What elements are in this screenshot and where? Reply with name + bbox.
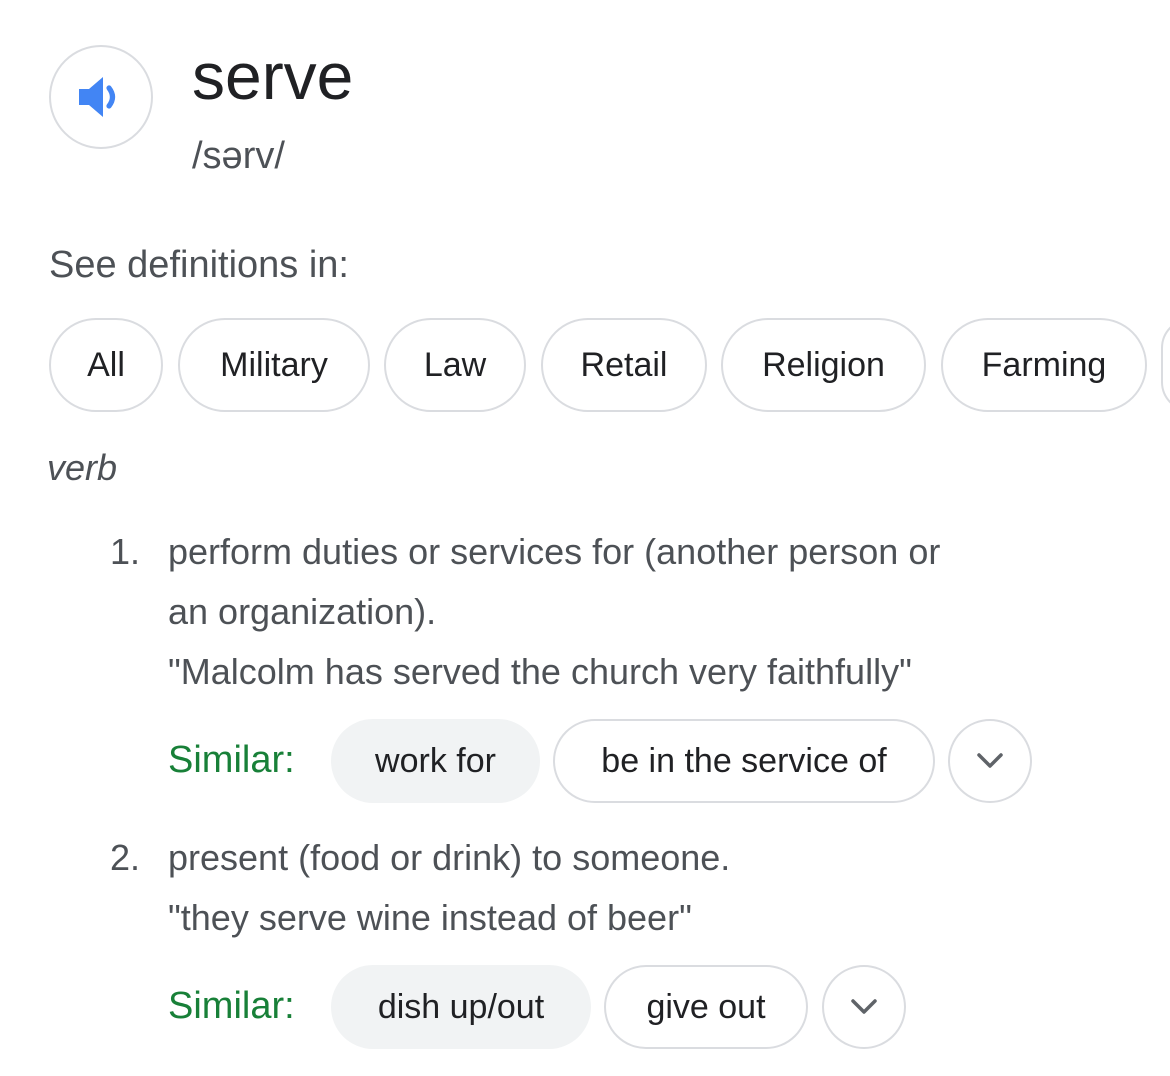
chevron-down-icon bbox=[851, 999, 877, 1014]
similar-label: Similar: bbox=[168, 739, 295, 781]
similar-chip-be-in-the-service-of[interactable]: be in the service of bbox=[553, 719, 935, 803]
headword: serve bbox=[192, 39, 354, 113]
expand-similar-button[interactable] bbox=[948, 719, 1032, 803]
definition-line: perform duties or services for (another … bbox=[168, 531, 941, 572]
similar-chip-work-for[interactable]: work for bbox=[331, 719, 540, 803]
chip-religion[interactable]: Religion bbox=[721, 318, 926, 412]
definition-line: an organization). bbox=[168, 591, 437, 632]
chip-farming[interactable]: Farming bbox=[941, 318, 1147, 412]
speaker-icon bbox=[79, 77, 116, 117]
chip-law[interactable]: Law bbox=[384, 318, 526, 412]
sense-example: "they serve wine instead of beer" bbox=[168, 897, 692, 938]
see-definitions-label: See definitions in: bbox=[49, 244, 349, 286]
similar-chip-give-out[interactable]: give out bbox=[604, 965, 808, 1049]
sense-number: 1. bbox=[109, 531, 140, 572]
expand-similar-button[interactable] bbox=[822, 965, 906, 1049]
pronunciation: /sərv/ bbox=[192, 135, 285, 177]
chip-military[interactable]: Military bbox=[178, 318, 370, 412]
chip-retail[interactable]: Retail bbox=[541, 318, 707, 412]
pronunciation-audio-button[interactable] bbox=[49, 45, 153, 149]
part-of-speech: verb bbox=[47, 447, 118, 488]
sense-example: "Malcolm has served the church very fait… bbox=[168, 651, 912, 692]
similar-label: Similar: bbox=[168, 985, 295, 1027]
sense-definition: perform duties or services for (another … bbox=[168, 522, 1128, 642]
sense-number: 2. bbox=[109, 837, 140, 878]
chip-all[interactable]: All bbox=[49, 318, 163, 412]
chevron-down-icon bbox=[977, 753, 1003, 768]
similar-chip-dish-up-out[interactable]: dish up/out bbox=[331, 965, 591, 1049]
chip-overflow[interactable] bbox=[1161, 318, 1170, 412]
sense-definition: present (food or drink) to someone. bbox=[168, 837, 731, 878]
